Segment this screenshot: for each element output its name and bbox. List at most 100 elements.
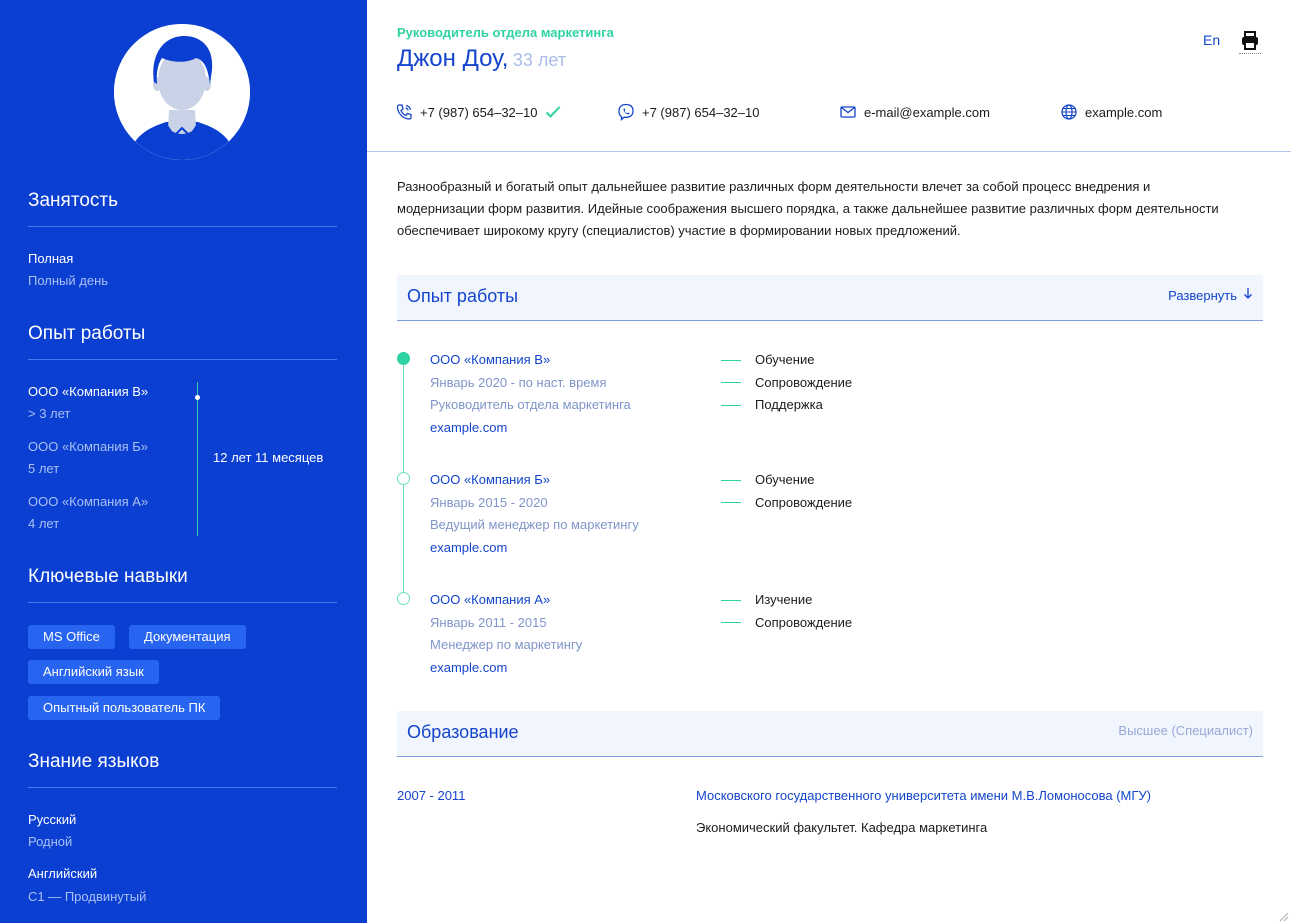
job-duties: Обучение Сопровождение Поддержка [721,349,852,417]
printer-icon [1242,31,1258,50]
employment-type: Полная [28,251,74,266]
job-entry: ООО «Компания Б» Январь 2015 - 2020 Веду… [430,469,639,559]
language-switch-button[interactable]: En [1203,32,1220,48]
timeline-node [397,352,410,365]
job-duties: Изучение Сопровождение [721,589,852,634]
globe-icon [1060,103,1078,121]
education-level: Высшее (Специалист) [1118,723,1253,738]
job-position: Ведущий менеджер по маркетингу [430,517,639,532]
sidebar: Занятость Полная Полный день Опыт работы… [0,0,367,923]
duty-label: Обучение [755,352,815,367]
experience-section-header: Опыт работы Развернуть [397,275,1263,321]
job-period: Январь 2015 - 2020 [430,494,548,510]
duty-item: Сопровождение [721,612,852,635]
contact-email-text: e-mail@example.com [864,104,990,120]
skill-chip: MS Office [28,625,115,649]
check-icon [545,105,561,119]
divider [28,787,337,788]
duty-label: Сопровождение [755,614,853,630]
education-university: Московского государственного университет… [696,788,1152,803]
duty-item: Поддержка [721,394,852,417]
divider [28,359,337,360]
duty-label: Обучение [755,472,815,487]
duty-item: Сопровождение [721,492,852,515]
job-site-link[interactable]: example.com [430,537,639,560]
contact-email[interactable]: e-mail@example.com [839,103,990,121]
languages-title: Знание языков [28,751,160,772]
job-role: Руководитель отдела маркетинга [397,25,614,40]
duty-item: Обучение [721,349,852,372]
experience-timeline [197,382,198,536]
language-level: C1 — Продвинутый [28,889,147,904]
divider [28,226,337,227]
employment-title: Занятость [28,190,118,211]
experience-timeline-dot [195,395,200,400]
timeline-node [397,472,410,485]
phone-icon [395,103,413,121]
experience-company: ООО «Компания Б» [28,439,149,454]
expand-button[interactable]: Развернуть [1168,287,1253,303]
education-years: 2007 - 2011 [397,788,466,803]
employment-schedule: Полный день [28,273,109,288]
contact-phone-text: +7 (987) 654–32–10 [420,104,538,120]
job-site-link[interactable]: example.com [430,657,582,680]
contact-site-text: example.com [1085,104,1163,120]
experience-company: ООО «Компания В» [28,384,149,399]
language-name: Русский [28,812,77,827]
experience-duration: 4 лет [28,516,60,531]
mail-icon [839,103,857,121]
header-divider [367,151,1291,152]
experience-duration: 5 лет [28,461,60,476]
job-company: ООО «Компания А» [430,592,551,607]
main-content: Руководитель отдела маркетинга Джон Доу,… [367,0,1291,923]
viber-icon [617,103,635,121]
contact-phone[interactable]: +7 (987) 654–32–10 [395,103,561,121]
summary-text: Разнообразный и богатый опыт дальнейшее … [397,179,1219,238]
experience-title: Опыт работы [28,323,146,344]
experience-company: ООО «Компания А» [28,494,149,509]
duty-item: Сопровождение [721,372,852,395]
job-entry: ООО «Компания А» Январь 2011 - 2015 Мене… [430,589,582,679]
name-row: Джон Доу, 33 лет [397,45,566,73]
print-button[interactable] [1239,30,1261,54]
contact-site[interactable]: example.com [1060,103,1162,121]
divider [28,602,337,603]
candidate-age: 33 лет [512,50,567,70]
language-name: Английский [28,866,98,881]
duty-item: Обучение [721,469,852,492]
duty-label: Сопровождение [755,494,853,510]
education-faculty: Экономический факультет. Кафедра маркети… [696,820,988,835]
arrow-down-icon [1243,287,1253,303]
job-company: ООО «Компания Б» [430,472,551,487]
experience-section-title: Опыт работы [407,286,519,306]
duty-label: Изучение [755,592,813,607]
contact-viber-text: +7 (987) 654–32–10 [642,104,760,120]
skill-chip: Документация [129,625,246,649]
resize-handle[interactable] [1277,909,1289,922]
job-position: Руководитель отдела маркетинга [430,397,631,412]
duty-label: Поддержка [755,397,823,412]
skill-chip: Английский язык [28,660,159,684]
skill-chip: Опытный пользователь ПК [28,696,221,720]
language-level: Родной [28,834,73,849]
experience-total: 12 лет 11 месяцев [213,450,324,465]
avatar-icon [114,24,250,160]
education-section-header: Образование Высшее (Специалист) [397,711,1263,757]
experience-duration: > 3 лет [28,406,71,421]
expand-button-label: Развернуть [1168,287,1237,303]
avatar [114,24,250,160]
candidate-name: Джон Доу, [397,45,509,72]
job-period: Январь 2011 - 2015 [430,614,547,630]
skills-title: Ключевые навыки [28,566,188,587]
job-company: ООО «Компания В» [430,352,551,367]
job-position: Менеджер по маркетингу [430,637,583,652]
job-duties: Обучение Сопровождение [721,469,852,514]
duty-item: Изучение [721,589,852,612]
job-site-link[interactable]: example.com [430,417,631,440]
contact-viber[interactable]: +7 (987) 654–32–10 [617,103,759,121]
education-section-title: Образование [407,722,519,742]
job-entry: ООО «Компания В» Январь 2020 - по наст. … [430,349,631,439]
duty-label: Сопровождение [755,374,853,390]
job-period: Январь 2020 - по наст. время [430,374,607,390]
timeline-node [397,592,410,605]
